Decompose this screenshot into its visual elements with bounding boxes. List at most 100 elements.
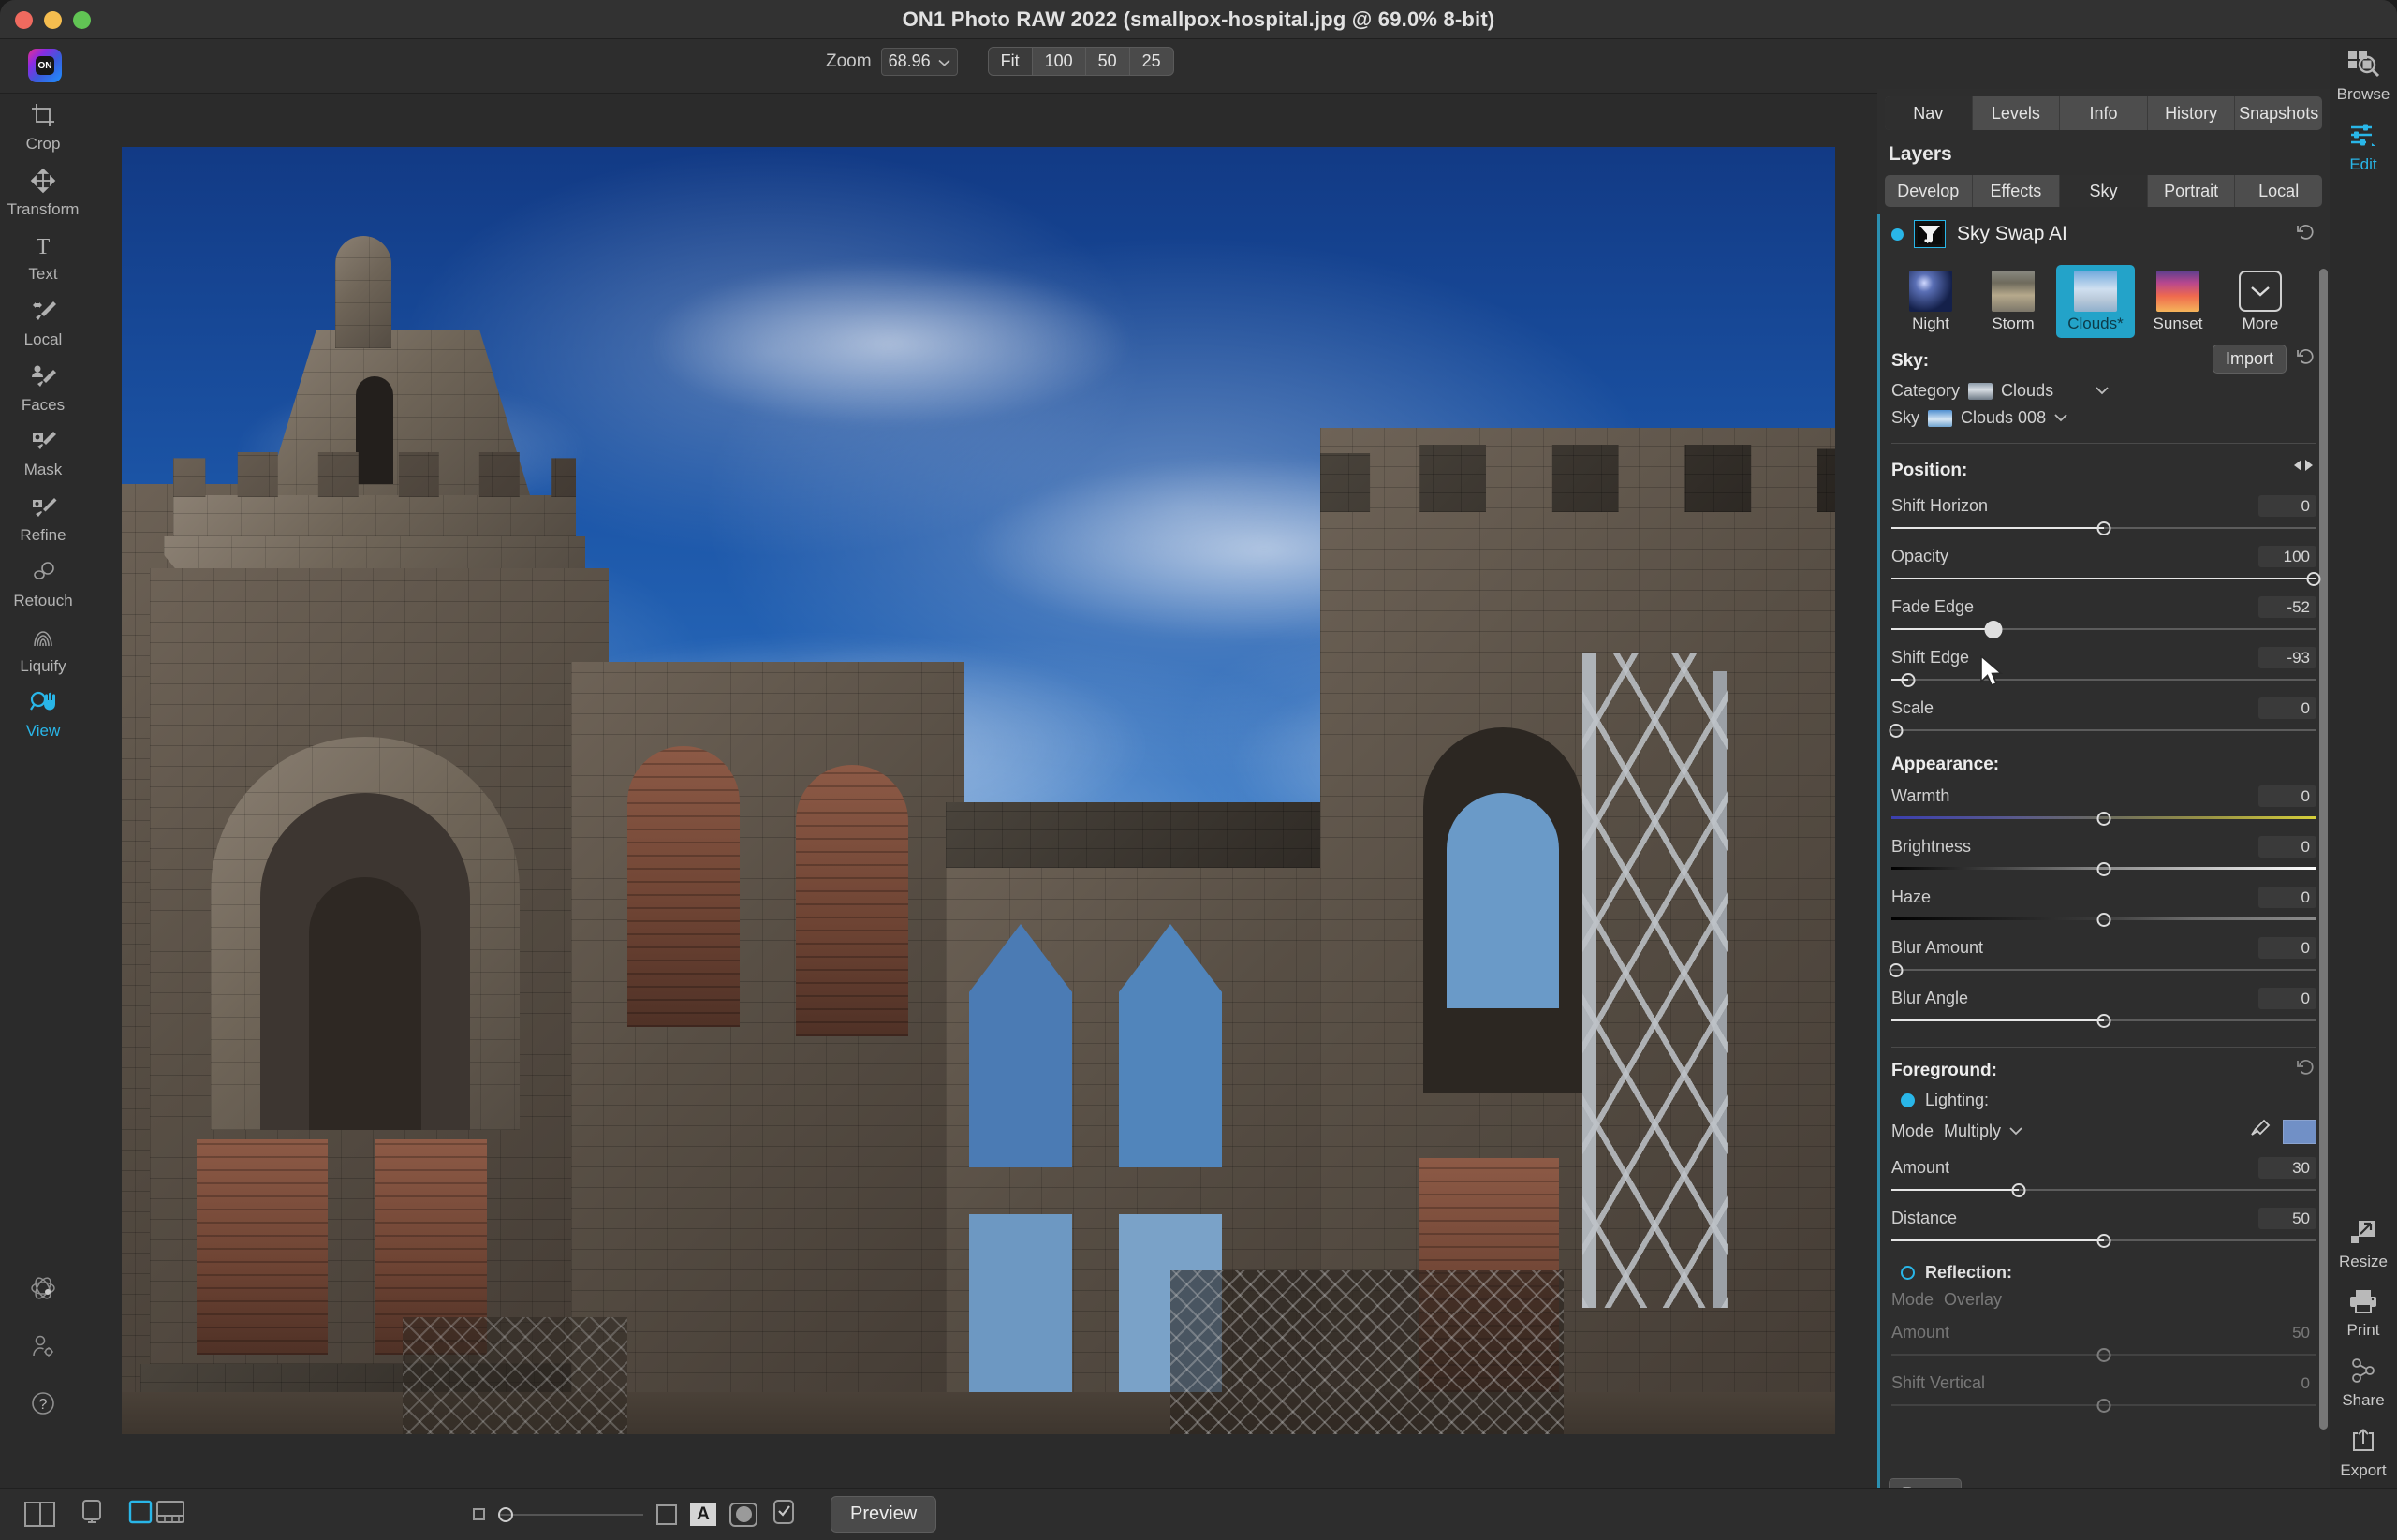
show-filename-text-icon[interactable]: A [690, 1503, 716, 1526]
preset-sunset[interactable]: Sunset [2139, 265, 2217, 338]
minimize-window-button[interactable] [44, 11, 62, 29]
sidebar-item-text[interactable]: T Text [0, 224, 86, 289]
slider-foreground-amount[interactable]: Amount 30 [1891, 1149, 2316, 1199]
slider-blur-angle[interactable]: Blur Angle 0 [1891, 979, 2316, 1030]
slider-shift-edge[interactable]: Shift Edge -93 [1891, 638, 2316, 689]
slider-value[interactable]: 0 [2258, 887, 2316, 908]
thumbnail-size-slider[interactable] [498, 1506, 643, 1522]
module-export[interactable]: Export [2330, 1417, 2397, 1488]
import-sky-button[interactable]: Import [2212, 344, 2287, 374]
sidebar-item-account[interactable] [0, 1321, 86, 1378]
slider-haze[interactable]: Haze 0 [1891, 878, 2316, 929]
photo-preview[interactable] [122, 147, 1835, 1434]
slider-value[interactable]: -52 [2258, 596, 2316, 618]
thumbnail-size-small-icon[interactable] [473, 1508, 485, 1520]
sidebar-item-crop[interactable]: Crop [0, 94, 86, 159]
slider-opacity[interactable]: Opacity 100 [1891, 537, 2321, 588]
zoom-preset-25[interactable]: 25 [1130, 48, 1173, 75]
preset-storm[interactable]: Storm [1974, 265, 2052, 338]
slider-value[interactable]: 50 [2258, 1208, 2316, 1229]
lighting-radio-on-icon[interactable] [1901, 1093, 1915, 1107]
layer-row-sky-swap-ai[interactable]: Sky Swap AI [1891, 214, 2316, 257]
chevron-down-icon [2239, 271, 2282, 312]
chevron-down-icon[interactable] [2008, 1123, 2023, 1140]
zoom-preset-100[interactable]: 100 [1033, 48, 1086, 75]
slider-value[interactable]: 0 [2258, 836, 2316, 858]
preset-more[interactable]: More [2221, 265, 2300, 338]
sidebar-item-help[interactable]: ? [0, 1378, 86, 1435]
tab-levels[interactable]: Levels [1973, 96, 2061, 130]
position-nudge-arrows-icon[interactable] [2290, 458, 2316, 477]
module-share[interactable]: Share [2330, 1347, 2397, 1417]
sidebar-item-extras[interactable] [0, 1262, 86, 1321]
reflection-radio-off-icon[interactable] [1901, 1266, 1915, 1280]
tab-snapshots[interactable]: Snapshots [2235, 96, 2322, 130]
preset-clouds[interactable]: Clouds* [2056, 265, 2135, 338]
fullscreen-view-icon[interactable] [128, 1500, 153, 1529]
maximize-window-button[interactable] [73, 11, 91, 29]
sky-preset-row-selector[interactable]: Sky Clouds 008 [1891, 404, 2316, 432]
reset-arrow-icon[interactable] [2296, 1058, 2316, 1081]
soft-proof-icon[interactable] [78, 1498, 106, 1531]
show-metadata-icon[interactable] [771, 1499, 797, 1530]
zoom-preset-fit[interactable]: Fit [988, 48, 1033, 75]
slider-value[interactable]: 0 [2258, 495, 2316, 517]
sidebar-item-faces[interactable]: Faces [0, 355, 86, 420]
slider-warmth[interactable]: Warmth 0 [1891, 777, 2316, 828]
show-rating-icon[interactable] [729, 1502, 757, 1527]
module-edit[interactable]: Edit [2330, 111, 2397, 182]
lighting-color-swatch[interactable] [2283, 1119, 2316, 1144]
module-print[interactable]: Print [2330, 1279, 2397, 1347]
slider-blur-amount[interactable]: Blur Amount 0 [1889, 929, 2316, 979]
eyedropper-icon[interactable] [2249, 1118, 2272, 1145]
slider-value[interactable]: 0 [2258, 937, 2316, 959]
tab-develop[interactable]: Develop [1885, 175, 1973, 207]
sidebar-item-mask[interactable]: Mask [0, 419, 86, 485]
sky-category-row[interactable]: Category Clouds [1891, 377, 2316, 404]
chevron-down-icon[interactable] [2095, 383, 2110, 400]
slider-value[interactable]: 0 [2258, 785, 2316, 807]
tab-effects[interactable]: Effects [1973, 175, 2061, 207]
reflection-toggle-row[interactable]: Reflection: [1891, 1250, 2316, 1286]
tab-portrait[interactable]: Portrait [2148, 175, 2236, 207]
preview-button[interactable]: Preview [831, 1496, 937, 1533]
compare-split-icon[interactable] [24, 1502, 55, 1527]
slider-value[interactable]: 0 [2258, 697, 2316, 719]
slider-value[interactable]: -93 [2258, 647, 2316, 668]
slider-fade-edge[interactable]: Fade Edge -52 [1891, 588, 2316, 638]
thumbnail-size-large-icon[interactable] [656, 1503, 677, 1525]
foreground-mode-row[interactable]: Mode Multiply [1891, 1114, 2316, 1149]
tab-sky[interactable]: Sky [2060, 175, 2148, 207]
layer-enabled-toggle[interactable] [1891, 227, 1904, 241]
slider-value[interactable]: 30 [2258, 1157, 2316, 1179]
slider-shift-horizon[interactable]: Shift Horizon 0 [1891, 487, 2316, 537]
slider-scale[interactable]: Scale 0 [1889, 689, 2316, 740]
sidebar-item-refine[interactable]: Refine [0, 485, 86, 550]
sidebar-item-liquify[interactable]: Liquify [0, 616, 86, 682]
slider-brightness[interactable]: Brightness 0 [1891, 828, 2316, 878]
tab-nav[interactable]: Nav [1885, 96, 1973, 130]
close-window-button[interactable] [15, 11, 33, 29]
sidebar-item-transform[interactable]: Transform [0, 159, 86, 225]
module-browse[interactable]: Browse [2330, 39, 2397, 111]
slider-value[interactable]: 100 [2258, 546, 2316, 567]
filmstrip-view-icon[interactable] [156, 1500, 184, 1529]
lighting-toggle-row[interactable]: Lighting: [1891, 1087, 2316, 1114]
reset-arrow-icon[interactable] [2296, 223, 2316, 246]
sidebar-item-local[interactable]: Local [0, 289, 86, 355]
zoom-value-select[interactable]: 68.96 [880, 47, 958, 76]
reset-arrow-icon[interactable] [2296, 347, 2316, 371]
module-resize[interactable]: Resize [2330, 1209, 2397, 1279]
preset-night[interactable]: Night [1891, 265, 1970, 338]
sidebar-item-retouch[interactable]: Retouch [0, 550, 86, 616]
tab-history[interactable]: History [2148, 96, 2236, 130]
slider-value[interactable]: 0 [2258, 988, 2316, 1009]
slider-foreground-distance[interactable]: Distance 50 [1891, 1199, 2316, 1250]
canvas-area[interactable] [86, 94, 1877, 1488]
chevron-down-icon[interactable] [2053, 410, 2068, 427]
tab-info[interactable]: Info [2060, 96, 2148, 130]
slider-label: Distance [1891, 1209, 1958, 1227]
tab-local[interactable]: Local [2235, 175, 2322, 207]
zoom-preset-50[interactable]: 50 [1086, 48, 1130, 75]
sidebar-item-view[interactable]: View [0, 681, 86, 746]
